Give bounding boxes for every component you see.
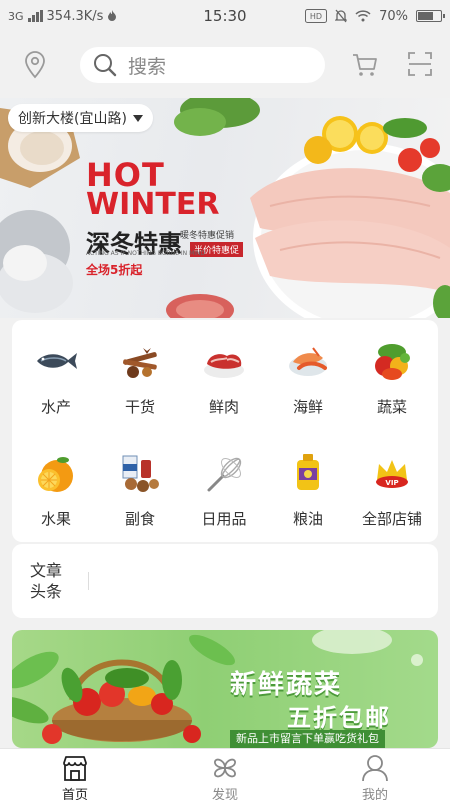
- vegetables-icon: [375, 344, 410, 380]
- user-icon: [362, 755, 388, 782]
- banner-acting: ACTING AS IF NOTHING BORNE IN MIND: [86, 250, 206, 257]
- category-item-groceries[interactable]: 副食: [100, 450, 180, 529]
- category-item-daily[interactable]: 日用品: [184, 450, 264, 529]
- search-placeholder: 搜索: [128, 55, 167, 78]
- category-label: 日用品: [201, 510, 247, 528]
- category-label: 全部店铺: [361, 510, 422, 528]
- location-pin-icon[interactable]: [20, 50, 50, 80]
- category-grid: 水产 干货 鲜肉 海鲜 蔬菜 水果 副食 日用品 粮油 VIP 全部店铺: [12, 320, 438, 542]
- address-label: 创新大楼(宜山路): [18, 111, 127, 127]
- caret-down-icon: [132, 114, 143, 122]
- category-label: 水果: [40, 510, 71, 528]
- banner-hot: HOT: [86, 156, 165, 194]
- tab-profile-label: 我的: [361, 788, 388, 800]
- seafood-icon: [289, 347, 327, 376]
- search-input[interactable]: 搜索: [80, 47, 325, 83]
- news-divider: [88, 572, 89, 590]
- category-label: 蔬菜: [376, 398, 407, 416]
- scan-icon[interactable]: [405, 49, 435, 79]
- promo-caption: 新品上市留言下单赢吃货礼包: [230, 730, 385, 748]
- category-item-dried[interactable]: 干货: [100, 338, 180, 417]
- status-bar: 3G 354.3K/s 15:30 HD 70%: [0, 0, 450, 32]
- discover-icon: [214, 758, 236, 778]
- tab-home-label: 首页: [61, 788, 88, 800]
- battery-icon: [416, 10, 445, 22]
- tab-discover-label: 发现: [211, 788, 238, 800]
- news-ticker[interactable]: 文章头条: [12, 544, 438, 618]
- category-item-meat[interactable]: 鲜肉: [184, 338, 264, 417]
- bottom-tab-bar: 首页 发现 我的: [0, 748, 450, 800]
- search-icon: [94, 54, 117, 77]
- orange-icon: [38, 457, 73, 492]
- dried-goods-icon: [123, 348, 157, 378]
- promo-banner[interactable]: 新鲜蔬菜 五折包邮 新品上市留言下单赢吃货礼包: [12, 630, 438, 748]
- category-label: 粮油: [292, 510, 323, 528]
- tab-discover[interactable]: 发现: [150, 749, 300, 800]
- category-label: 副食: [124, 510, 155, 528]
- status-time: 15:30: [203, 7, 247, 25]
- banner-discount: 全场5折起: [86, 263, 143, 277]
- banner-tag-top: 暖冬特惠促销: [180, 231, 235, 241]
- category-item-seafood[interactable]: 海鲜: [268, 338, 348, 417]
- category-item-fruit[interactable]: 水果: [16, 450, 96, 529]
- category-label: 水产: [40, 398, 71, 416]
- tab-profile[interactable]: 我的: [300, 749, 450, 800]
- tab-home[interactable]: 首页: [0, 749, 150, 800]
- category-item-seafood-water[interactable]: 水产: [16, 338, 96, 417]
- svg-text:VIP: VIP: [385, 479, 398, 487]
- category-label: 海鲜: [292, 398, 323, 416]
- store-icon: [63, 756, 87, 781]
- cart-icon[interactable]: [350, 49, 380, 79]
- header: 搜索: [0, 32, 450, 98]
- category-item-grain-oil[interactable]: 粮油: [268, 450, 348, 529]
- meat-icon: [204, 354, 244, 378]
- promo-title: 新鲜蔬菜: [230, 670, 343, 700]
- promo-subtitle: 五折包邮: [287, 704, 391, 732]
- category-label: 鲜肉: [208, 398, 239, 416]
- hero-banner[interactable]: 创新大楼(宜山路) HOT WINTER 深冬特惠 暖冬特惠促销 半价特惠促 A…: [0, 98, 450, 318]
- address-selector[interactable]: 创新大楼(宜山路): [8, 104, 153, 132]
- oil-icon: [297, 454, 319, 490]
- fish-icon: [37, 353, 77, 369]
- banner-winter: WINTER: [86, 187, 220, 222]
- groceries-icon: [122, 455, 159, 492]
- category-item-vegetables[interactable]: 蔬菜: [352, 338, 432, 417]
- category-item-all-shops[interactable]: VIP 全部店铺: [352, 450, 432, 529]
- news-title: 文章头条: [30, 561, 63, 601]
- vip-crown-icon: VIP: [376, 460, 408, 488]
- category-label: 干货: [124, 398, 155, 416]
- whisk-icon: [207, 457, 242, 492]
